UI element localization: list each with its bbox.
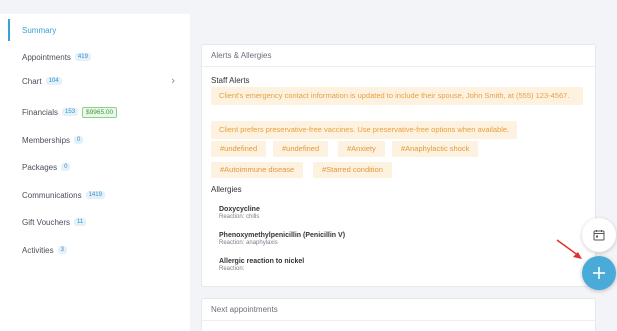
divider: [202, 66, 595, 67]
chevron-right-icon[interactable]: ›: [171, 74, 175, 87]
sidebar-item-label: Summary: [22, 25, 57, 35]
allergies-title: Allergies: [211, 185, 242, 194]
count-badge: 11: [74, 218, 87, 226]
allergy-name: Allergic reaction to nickel: [219, 258, 305, 265]
next-appointments-card: Next appointments: [201, 298, 596, 331]
sidebar-item-gift-vouchers[interactable]: Gift Vouchers 11: [22, 214, 87, 230]
sidebar-item-label: Packages: [22, 162, 58, 172]
sidebar-item-label: Memberships: [22, 135, 71, 145]
active-indicator: [8, 19, 10, 41]
sidebar-item-label: Appointments: [22, 52, 71, 62]
count-badge: 3: [57, 246, 67, 254]
calendar-icon: [593, 230, 605, 241]
plus-icon: [593, 267, 605, 279]
allergy-reaction: Reaction:: [219, 266, 245, 272]
client-sidebar: Summary Appointments 419 Chart 104 Finan…: [0, 14, 190, 331]
condition-tag: #undefined: [211, 141, 267, 157]
card-title: Alerts & Allergies: [211, 51, 272, 60]
allergy-reaction: Reaction: anaphylaxis: [219, 240, 278, 246]
divider: [202, 320, 595, 321]
condition-tag: #Starred condition: [313, 162, 392, 178]
condition-tag: #Autoimmune disease: [211, 162, 304, 178]
condition-tag: #Anaphylactic shock: [392, 141, 479, 157]
sidebar-item-chart[interactable]: Chart 104: [22, 73, 62, 89]
sidebar-item-packages[interactable]: Packages 0: [22, 159, 71, 175]
add-fab-button[interactable]: [582, 256, 616, 290]
count-badge: 104: [45, 77, 62, 85]
sidebar-item-label: Activities: [22, 245, 54, 255]
count-badge: 419: [74, 53, 91, 61]
allergy-item: Allergic reaction to nickel Reaction:: [219, 258, 304, 272]
staff-alerts-title: Staff Alerts: [211, 76, 250, 85]
sidebar-item-memberships[interactable]: Memberships 0: [22, 132, 84, 148]
allergy-item: Phenoxymethylpenicillin (Penicillin V) R…: [219, 232, 345, 246]
sidebar-item-activities[interactable]: Activities 3: [22, 242, 67, 258]
sidebar-item-financials[interactable]: Financials 153 $9965.00: [22, 104, 118, 120]
allergy-name: Doxycycline: [219, 206, 260, 213]
sidebar-item-summary[interactable]: Summary: [22, 22, 56, 38]
count-badge: 0: [74, 136, 84, 144]
allergy-item: Doxycycline Reaction: chills: [219, 206, 260, 220]
balance-badge: $9965.00: [82, 106, 118, 118]
card-title: Next appointments: [211, 305, 278, 314]
alerts-allergies-card: Alerts & Allergies Staff Alerts Client's…: [201, 44, 596, 287]
calendar-fab-button[interactable]: [582, 218, 616, 252]
count-badge: 0: [61, 163, 71, 171]
sidebar-item-label: Financials: [22, 107, 59, 117]
condition-tag: #undefined: [273, 141, 329, 157]
sidebar-item-label: Gift Vouchers: [22, 217, 71, 227]
condition-tag: #Anxiety: [338, 141, 385, 157]
staff-alert: Client prefers preservative-free vaccine…: [211, 121, 518, 139]
sidebar-item-label: Communications: [22, 190, 82, 200]
allergy-name: Phenoxymethylpenicillin (Penicillin V): [219, 232, 346, 239]
annotation-arrow-icon: [556, 239, 582, 259]
staff-alert: Client's emergency contact information i…: [211, 87, 583, 105]
sidebar-item-communications[interactable]: Communications 1419: [22, 187, 105, 203]
allergy-reaction: Reaction: chills: [219, 214, 260, 220]
sidebar-item-appointments[interactable]: Appointments 419: [22, 49, 91, 65]
sidebar-item-label: Chart: [22, 76, 42, 86]
count-badge: 1419: [85, 191, 105, 199]
count-badge: 153: [62, 108, 79, 116]
